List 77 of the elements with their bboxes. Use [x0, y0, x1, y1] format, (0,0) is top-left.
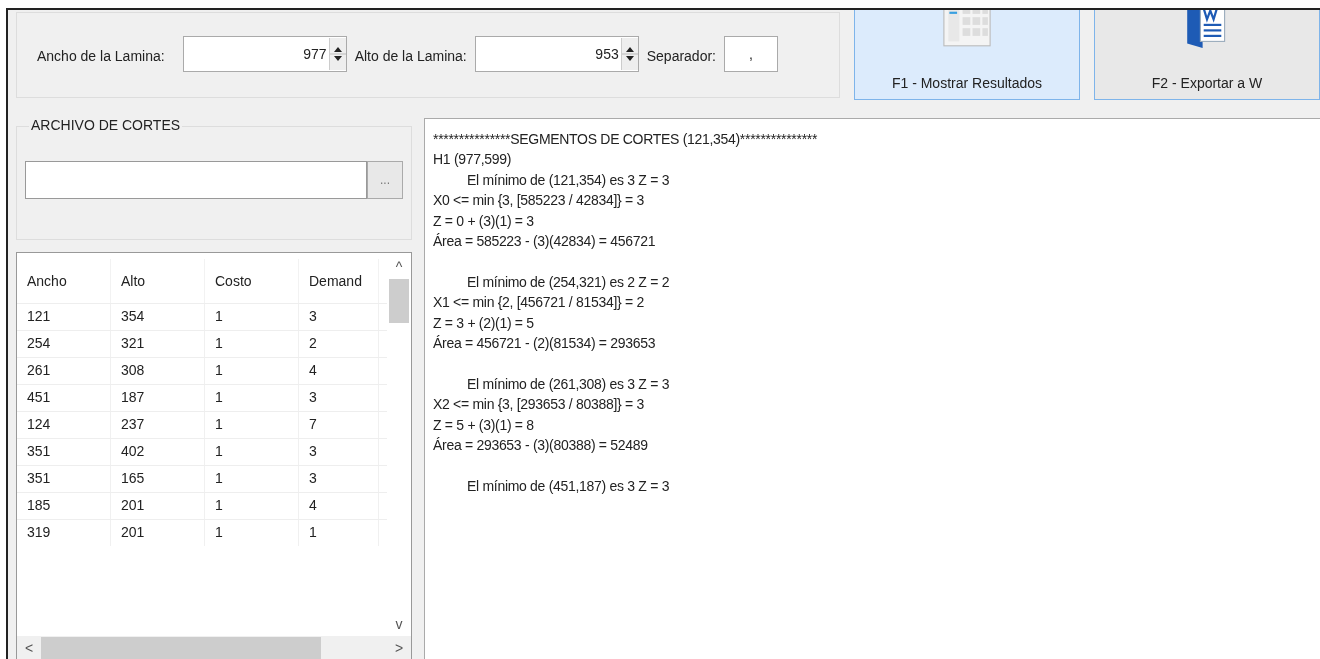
table-cell: 351 [17, 439, 111, 465]
table-cell: 1 [205, 466, 299, 492]
table-cell: 1 [205, 385, 299, 411]
column-header[interactable]: Ancho [17, 259, 111, 303]
result-line: Z = 5 + (3)(1) = 8 [433, 415, 534, 435]
table-cell: 3 [299, 439, 379, 465]
result-line: X1 <= min {2, [456721 / 81534]} = 2 [433, 293, 644, 313]
browse-button[interactable]: ... [367, 161, 403, 199]
scroll-thumb[interactable] [41, 637, 321, 659]
field-label: Alto de la Lamina: [354, 47, 467, 64]
result-line: X2 <= min {3, [293653 / 80388]} = 3 [433, 395, 644, 415]
result-line: Z = 3 + (2)(1) = 5 [433, 313, 534, 333]
table-cell: 261 [17, 358, 111, 384]
result-line: Área = 456721 - (2)(81534) = 293653 [433, 334, 656, 354]
table-cell: 121 [17, 304, 111, 330]
table-cell: 2 [299, 331, 379, 357]
spinner-arrows-icon[interactable] [620, 38, 638, 70]
table-cell: 187 [111, 385, 205, 411]
table-cell: 124 [17, 412, 111, 438]
table-cell: 1 [205, 331, 299, 357]
table-cell: 321 [111, 331, 205, 357]
height-spinner[interactable]: 953 [474, 36, 639, 72]
result-line: X0 <= min {3, [585223 / 42834]} = 3 [433, 191, 644, 211]
result-line: ***************SEGMENTOS DE CORTES (121,354)*************** [433, 130, 818, 149]
file-path-field[interactable] [25, 161, 367, 199]
scroll-left-arrow[interactable]: < [17, 640, 41, 656]
table-cell: 4 [299, 493, 379, 519]
result-line: H1 (977,599) [433, 150, 512, 170]
result-line: Área = 585223 - (3)(42834) = 456721 [433, 232, 656, 252]
table-cell: 201 [111, 493, 205, 519]
table-cell: 185 [17, 493, 111, 519]
horizontal-scrollbar[interactable]: < > [17, 636, 411, 659]
table-cell: 1 [205, 439, 299, 465]
field-label: Ancho de la Lamina: [37, 47, 165, 64]
results-text-area[interactable] [424, 118, 1320, 659]
table-cell: 3 [299, 385, 379, 411]
table-cell: 354 [111, 304, 205, 330]
result-line: El mínimo de (451,187) es 3 Z = 3 [466, 476, 670, 496]
table-cell: 1 [205, 493, 299, 519]
field-label: Separador: [646, 47, 716, 64]
table-cell: 351 [17, 466, 111, 492]
result-line: Z = 0 + (3)(1) = 3 [433, 211, 534, 231]
column-header[interactable]: Costo [205, 259, 299, 303]
result-line: El mínimo de (261,308) es 3 Z = 3 [466, 374, 670, 394]
separator-field[interactable]: , [724, 36, 778, 72]
table-cell: 308 [111, 358, 205, 384]
table-cell: 3 [299, 466, 379, 492]
vertical-scrollbar[interactable]: ^ v [387, 259, 411, 636]
table-cell: 7 [299, 412, 379, 438]
table-cell: 1 [205, 304, 299, 330]
scroll-down-arrow[interactable]: v [395, 616, 403, 636]
scroll-up-arrow[interactable]: ^ [395, 259, 403, 279]
table-cell: 3 [299, 304, 379, 330]
table-cell: 237 [111, 412, 205, 438]
table-cell: 1 [299, 520, 379, 546]
table-cell: 1 [205, 358, 299, 384]
spinner-arrows-icon[interactable] [328, 38, 346, 70]
column-header[interactable]: Alto [111, 259, 205, 303]
result-line: El mínimo de (254,321) es 2 Z = 2 [466, 272, 670, 292]
column-header[interactable]: Demand [299, 259, 379, 303]
table-cell: 319 [17, 520, 111, 546]
table-cell: 1 [205, 520, 299, 546]
table-cell: 165 [111, 466, 205, 492]
table-cell: 4 [299, 358, 379, 384]
group-title: ARCHIVO DE CORTES [29, 117, 183, 133]
scroll-thumb[interactable] [389, 279, 409, 323]
table-cell: 1 [205, 412, 299, 438]
table-cell: 254 [17, 331, 111, 357]
table-cell: 451 [17, 385, 111, 411]
scroll-right-arrow[interactable]: > [387, 640, 411, 656]
toolbar-button[interactable]: F1 - Mostrar Resultados [854, 10, 1080, 100]
result-line: Área = 293653 - (3)(80388) = 52489 [433, 436, 648, 456]
table-cell: 402 [111, 439, 205, 465]
table-cell: 201 [111, 520, 205, 546]
result-line: El mínimo de (121,354) es 3 Z = 3 [466, 170, 670, 190]
toolbar-button[interactable]: F2 - Exportar a W [1094, 10, 1320, 100]
width-spinner[interactable]: 977 [182, 36, 347, 72]
